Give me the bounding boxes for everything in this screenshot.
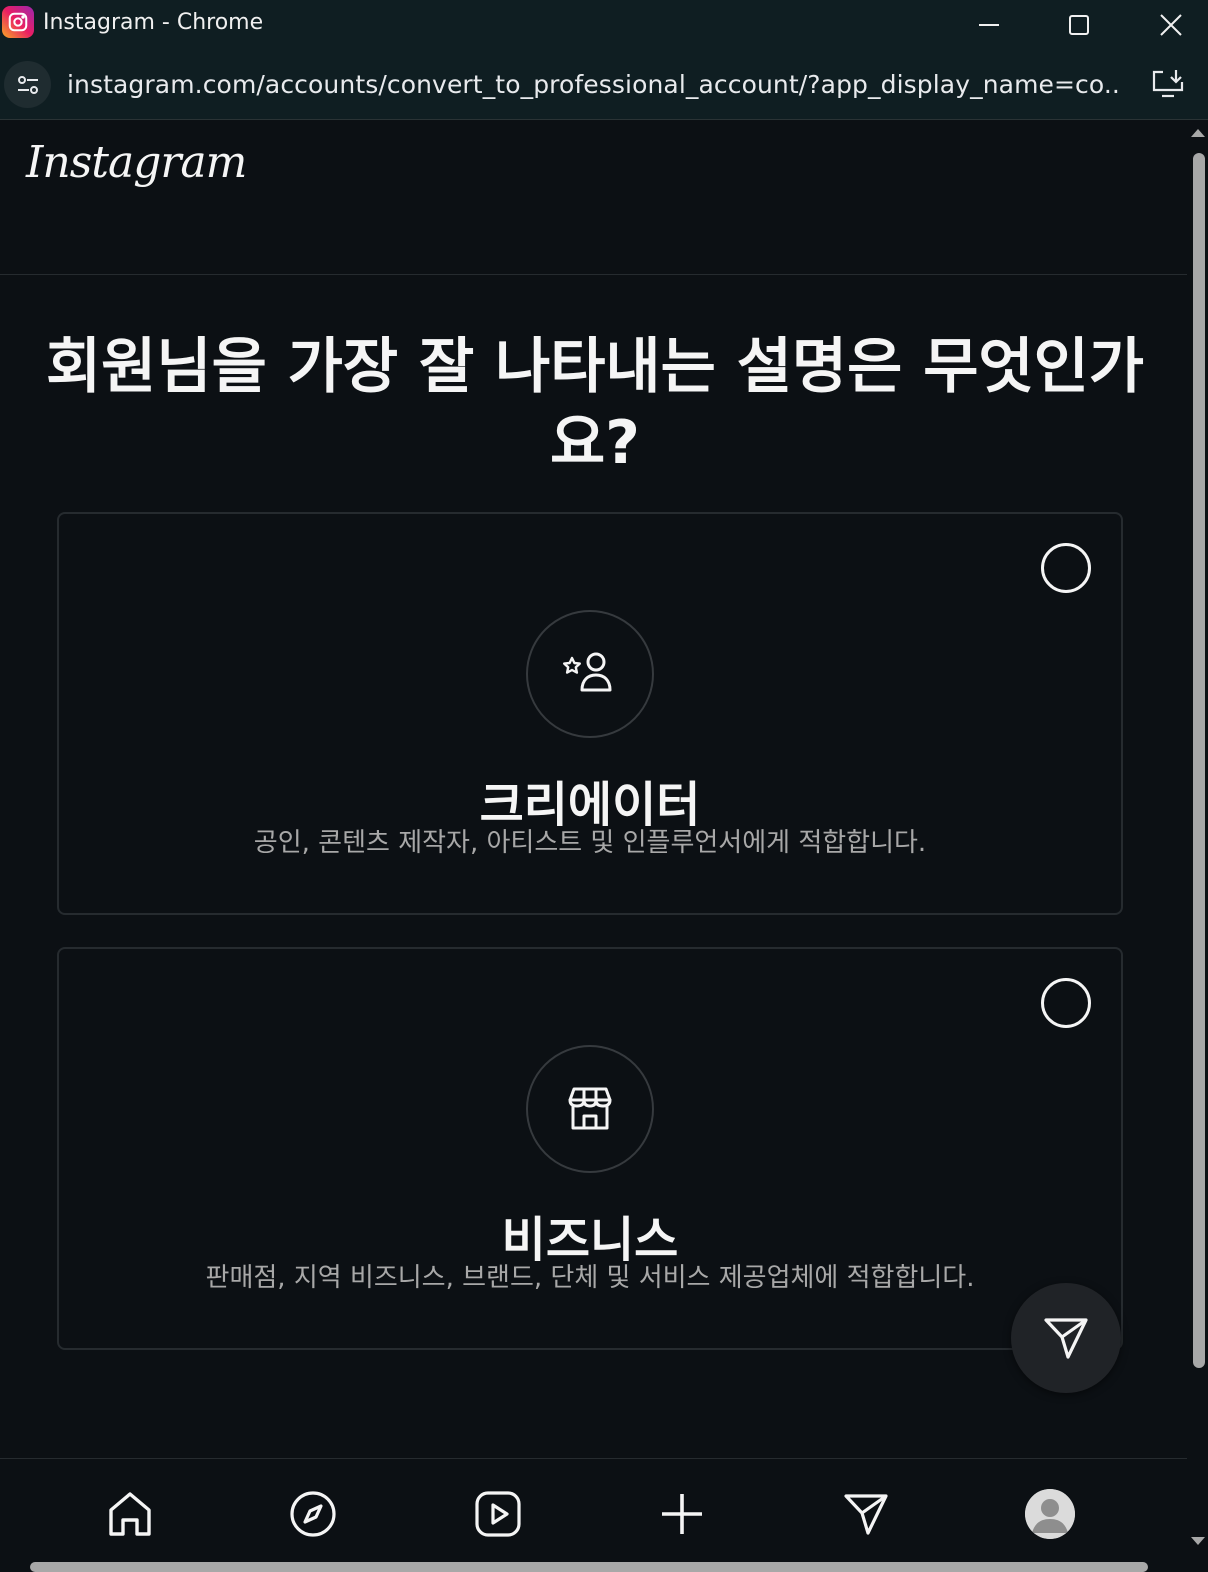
option-card-business[interactable]: 비즈니스 판매점, 지역 비즈니스, 브랜드, 단체 및 서비스 제공업체에 적… — [57, 947, 1123, 1350]
radio-business[interactable] — [1041, 978, 1091, 1028]
vertical-scroll-thumb[interactable] — [1193, 153, 1205, 1368]
horizontal-scroll-thumb[interactable] — [30, 1562, 1148, 1572]
home-icon[interactable] — [95, 1479, 165, 1549]
maximize-button[interactable] — [1034, 0, 1124, 50]
vertical-scrollbar[interactable] — [1187, 121, 1208, 1562]
page-question: 회원님을 가장 잘 나타내는 설명은 무엇인가요? — [45, 332, 1145, 478]
close-button[interactable] — [1126, 0, 1208, 50]
scroll-up-icon[interactable] — [1187, 125, 1208, 139]
profile-avatar[interactable] — [1015, 1479, 1085, 1549]
url-field[interactable]: instagram.com/accounts/convert_to_profes… — [67, 70, 1122, 99]
window-title: Instagram - Chrome — [43, 10, 264, 35]
site-settings-icon[interactable] — [4, 61, 51, 108]
creator-icon — [526, 610, 654, 738]
messages-fab[interactable] — [1011, 1283, 1121, 1393]
radio-creator[interactable] — [1041, 543, 1091, 593]
scroll-down-icon[interactable] — [1187, 1535, 1208, 1549]
shop-icon — [526, 1045, 654, 1173]
reels-icon[interactable] — [463, 1479, 533, 1549]
direct-icon[interactable] — [831, 1479, 901, 1549]
option-card-creator[interactable]: 크리에이터 공인, 콘텐츠 제작자, 아티스트 및 인플루언서에게 적합합니다. — [57, 512, 1123, 915]
address-bar: instagram.com/accounts/convert_to_profes… — [0, 50, 1208, 120]
create-icon[interactable] — [647, 1479, 717, 1549]
window-titlebar: Instagram - Chrome — [0, 0, 1208, 50]
install-app-icon[interactable] — [1150, 68, 1186, 104]
header-divider — [0, 274, 1187, 275]
minimize-button[interactable] — [944, 0, 1034, 50]
option-description-business: 판매점, 지역 비즈니스, 브랜드, 단체 및 서비스 제공업체에 적합합니다. — [205, 1263, 975, 1293]
horizontal-scrollbar[interactable] — [0, 1560, 1208, 1572]
instagram-app-icon — [2, 6, 34, 38]
avatar — [1025, 1489, 1075, 1539]
explore-icon[interactable] — [278, 1479, 348, 1549]
bottom-nav — [0, 1459, 1187, 1572]
instagram-logo[interactable]: Instagram — [26, 137, 247, 188]
option-description-creator: 공인, 콘텐츠 제작자, 아티스트 및 인플루언서에게 적합합니다. — [253, 828, 927, 858]
page-content: Instagram 회원님을 가장 잘 나타내는 설명은 무엇인가요? 크리에이… — [0, 121, 1187, 1572]
